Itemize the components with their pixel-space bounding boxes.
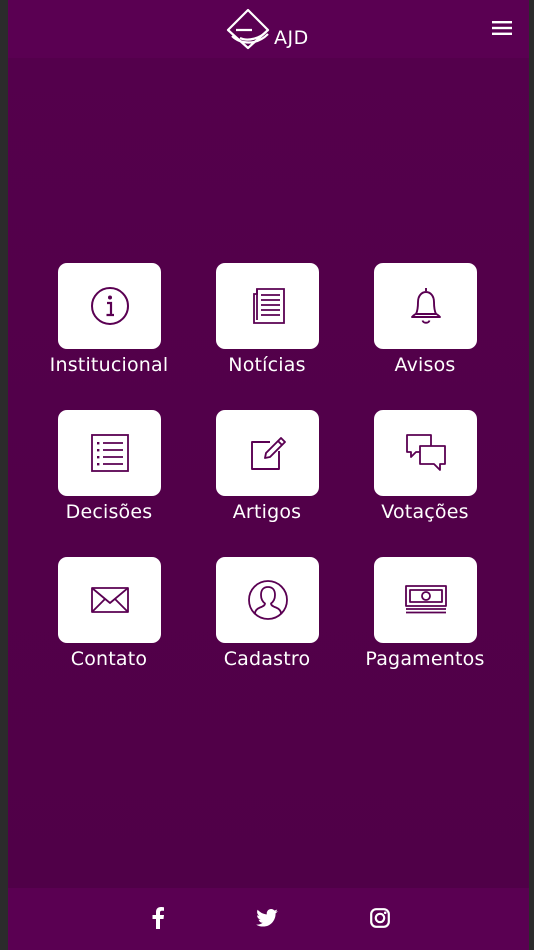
tile-institucional[interactable]: Institucional — [34, 263, 184, 393]
tile-cadastro[interactable]: Cadastro — [192, 557, 342, 687]
facebook-icon — [152, 907, 164, 929]
tile-cadastro-label: Cadastro — [223, 648, 311, 670]
tile-pagamentos-box[interactable] — [374, 557, 477, 643]
tile-pagamentos[interactable]: Pagamentos — [350, 557, 500, 687]
top-bar: AJD — [8, 0, 529, 58]
envelope-icon — [90, 587, 129, 613]
tile-noticias[interactable]: Notícias — [192, 263, 342, 393]
tile-votacoes-box[interactable] — [374, 410, 477, 496]
logo-text: AJD — [274, 27, 309, 49]
tile-artigos-label: Artigos — [232, 501, 302, 523]
tile-votacoes-label: Votações — [381, 501, 469, 523]
tile-noticias-box[interactable] — [216, 263, 319, 349]
info-icon — [90, 287, 129, 325]
money-icon — [404, 585, 447, 614]
edit-icon — [250, 437, 286, 470]
checklist-icon — [90, 434, 129, 472]
tile-institucional-label: Institucional — [49, 354, 169, 376]
user-icon — [247, 580, 288, 620]
tile-decisoes-box[interactable] — [58, 410, 161, 496]
tile-contato-label: Contato — [70, 648, 148, 670]
tile-avisos[interactable]: Avisos — [350, 263, 500, 393]
tile-avisos-box[interactable] — [374, 263, 477, 349]
twitter-link[interactable] — [254, 905, 280, 931]
instagram-link[interactable] — [367, 905, 393, 931]
logo[interactable]: AJD — [226, 8, 326, 50]
tile-pagamentos-label: Pagamentos — [365, 648, 485, 670]
bottom-bar — [8, 888, 529, 950]
tile-avisos-label: Avisos — [394, 354, 456, 376]
chat-bubbles-icon — [405, 434, 446, 471]
app-screen: AJD Institucional Notícias Avisos Decisõ… — [8, 0, 529, 950]
newspaper-icon — [252, 288, 285, 324]
hamburger-menu-icon — [492, 21, 512, 35]
ajd-logo-icon — [226, 8, 270, 50]
menu-button[interactable] — [491, 19, 515, 39]
tile-cadastro-box[interactable] — [216, 557, 319, 643]
tile-artigos-box[interactable] — [216, 410, 319, 496]
tile-institucional-box[interactable] — [58, 263, 161, 349]
tile-votacoes[interactable]: Votações — [350, 410, 500, 540]
tile-contato[interactable]: Contato — [34, 557, 184, 687]
tile-noticias-label: Notícias — [228, 354, 306, 376]
tile-artigos[interactable]: Artigos — [192, 410, 342, 540]
tile-contato-box[interactable] — [58, 557, 161, 643]
bell-icon — [410, 288, 441, 324]
facebook-link[interactable] — [145, 905, 171, 931]
instagram-icon — [370, 908, 390, 928]
tile-decisoes[interactable]: Decisões — [34, 410, 184, 540]
tile-decisoes-label: Decisões — [65, 501, 153, 523]
twitter-icon — [256, 909, 278, 927]
